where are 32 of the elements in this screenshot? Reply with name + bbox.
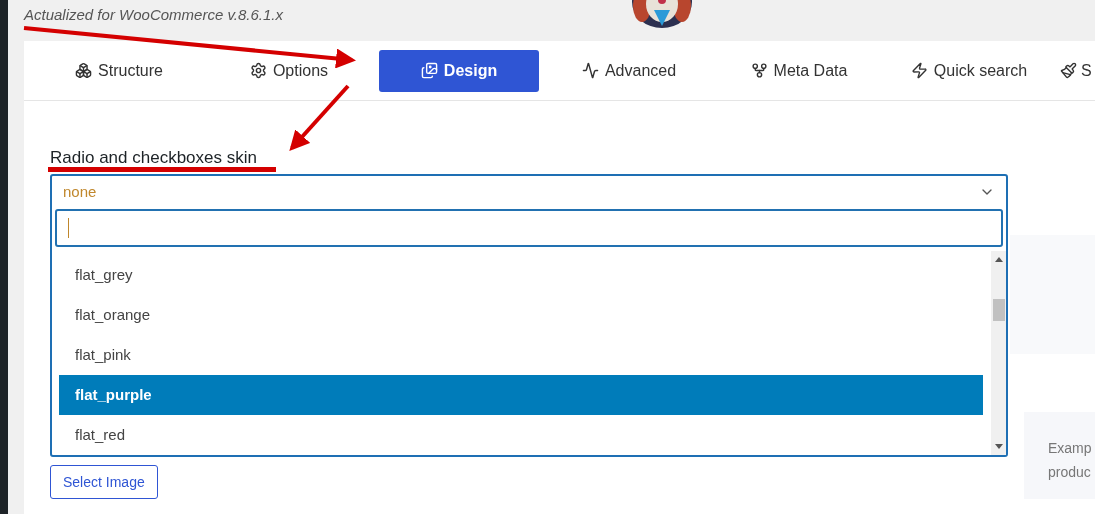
example-text: produc [1048,463,1092,482]
fork-icon [750,62,768,79]
images-icon [420,62,438,79]
selected-value: none [63,182,97,202]
tab[interactable]: Design [379,49,539,92]
tab[interactable]: Advanced [544,49,714,92]
select-image-button[interactable]: Select Image [50,465,158,499]
pulse-icon [581,62,599,79]
search-field[interactable] [55,208,1003,247]
option-item[interactable]: flat_orange [59,295,983,335]
tab[interactable]: Structure [34,49,204,92]
option-item[interactable]: flat_pink [59,335,983,375]
option-item[interactable]: flat_purple [59,375,983,415]
example-text: Examp [1048,439,1093,458]
tab[interactable]: Meta Data [714,49,884,92]
skin-dropdown[interactable]: none flat_grey flat_orange flat_pink flat_purple flat_red [50,174,1008,457]
annotation-arrow [289,84,350,151]
scroll-thumb[interactable] [993,299,1005,321]
tab[interactable]: Options [204,49,374,92]
scroll-down-icon [994,444,1003,449]
brush-icon [1060,62,1077,79]
lightning-icon [910,62,928,79]
tab[interactable]: Quick search [884,49,1054,92]
option-item[interactable]: flat_red [59,415,983,455]
gear-icon [249,62,267,79]
version-note: Actualized for WooCommerce v.8.6.1.x [24,5,283,25]
tab[interactable]: S [1054,49,1092,92]
boxes-icon [75,62,93,79]
field-label: Radio and checkboxes skin [50,147,257,169]
scrollbar[interactable] [991,251,1006,455]
scroll-up-icon [994,257,1003,262]
option-item[interactable]: flat_grey [59,255,983,295]
